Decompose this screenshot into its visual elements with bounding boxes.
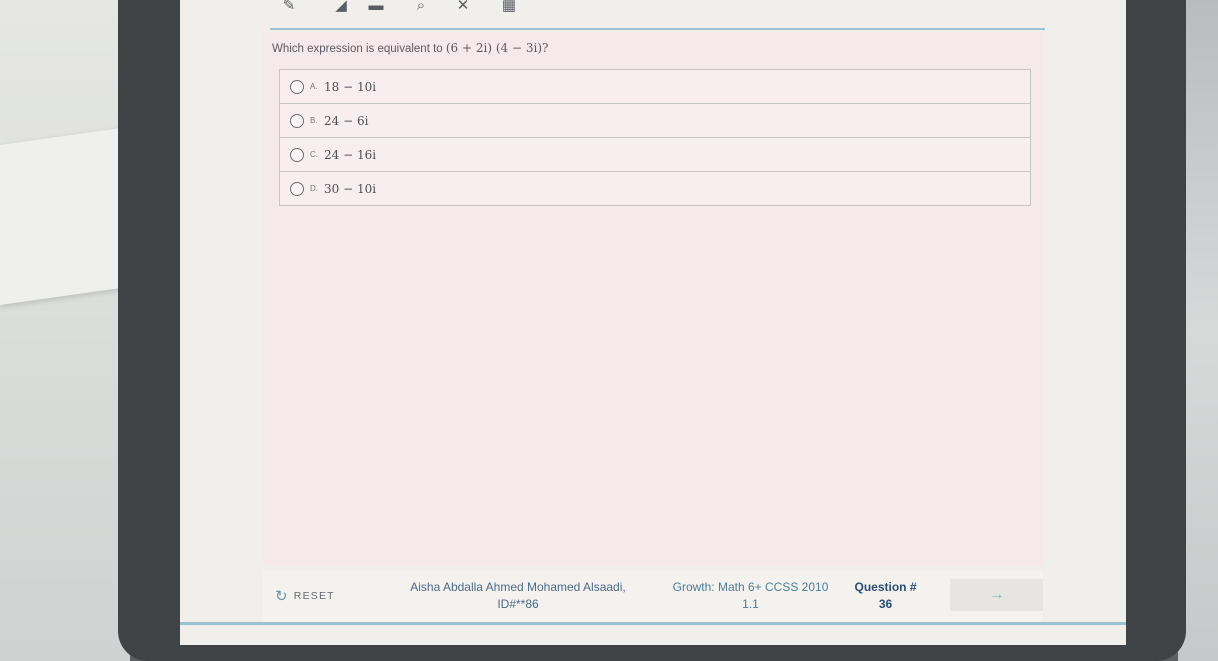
desk-background xyxy=(0,0,130,661)
toolbar: ✎ ◢ ▬ ⌕ ✕ ▦ xyxy=(270,0,1045,30)
reset-label: RESET xyxy=(293,590,335,602)
next-button[interactable]: → xyxy=(950,579,1043,611)
radio-button[interactable] xyxy=(290,181,304,196)
choice-expression: 24 − 6i xyxy=(324,113,369,128)
answer-choices: A. 18 − 10i B. 24 − 6i C. 24 − 16i D. 30… xyxy=(279,69,1031,206)
student-id: ID#**86 xyxy=(497,597,539,611)
radio-button[interactable] xyxy=(290,113,304,128)
question-panel: Which expression is equivalent to (6 + 2… xyxy=(263,32,1043,566)
line-reader-icon[interactable]: ▬ xyxy=(365,0,387,16)
test-version: 1.1 xyxy=(742,597,759,611)
student-info: Aisha Abdalla Ahmed Mohamed Alsaadi, ID#… xyxy=(388,579,648,613)
footer-divider xyxy=(180,622,1126,625)
scratch-paper xyxy=(0,127,128,305)
choice-c[interactable]: C. 24 − 16i xyxy=(280,138,1030,172)
arrow-right-icon: → xyxy=(988,586,1005,603)
choice-b[interactable]: B. 24 − 6i xyxy=(280,104,1030,138)
reset-button[interactable]: ↻ RESET xyxy=(275,587,335,605)
test-info: Growth: Math 6+ CCSS 2010 1.1 xyxy=(663,579,838,613)
question-counter: Question # 36 xyxy=(848,579,923,613)
highlighter-icon[interactable]: ◢ xyxy=(330,0,352,16)
test-name: Growth: Math 6+ CCSS 2010 xyxy=(672,580,829,594)
student-name: Aisha Abdalla Ahmed Mohamed Alsaadi, xyxy=(410,580,626,594)
magnifier-icon[interactable]: ⌕ xyxy=(410,0,432,16)
question-prompt: Which expression is equivalent to xyxy=(272,43,443,55)
choice-expression: 24 − 16i xyxy=(324,147,377,162)
choice-letter: B. xyxy=(310,116,318,125)
choice-letter: A. xyxy=(310,82,318,91)
question-expression: (6 + 2i) (4 − 3i)? xyxy=(445,41,549,55)
pencil-icon[interactable]: ✎ xyxy=(278,0,300,16)
eliminator-icon[interactable]: ✕ xyxy=(452,0,474,16)
choice-letter: D. xyxy=(310,184,318,193)
choice-a[interactable]: A. 18 − 10i xyxy=(280,70,1030,104)
choice-expression: 30 − 10i xyxy=(324,181,377,196)
test-screen: ✎ ◢ ▬ ⌕ ✕ ▦ Which expression is equivale… xyxy=(180,0,1126,645)
radio-button[interactable] xyxy=(290,147,304,162)
choice-expression: 18 − 10i xyxy=(324,79,377,94)
choice-d[interactable]: D. 30 − 10i xyxy=(280,172,1030,205)
radio-button[interactable] xyxy=(290,79,304,94)
footer-bar: ↻ RESET Aisha Abdalla Ahmed Mohamed Alsa… xyxy=(263,570,1043,622)
calculator-icon[interactable]: ▦ xyxy=(498,0,520,16)
choice-letter: C. xyxy=(310,150,318,159)
question-label: Question # xyxy=(854,580,917,594)
refresh-icon: ↻ xyxy=(275,588,289,605)
question-number: 36 xyxy=(878,597,893,611)
question-stem: Which expression is equivalent to (6 + 2… xyxy=(272,41,548,55)
